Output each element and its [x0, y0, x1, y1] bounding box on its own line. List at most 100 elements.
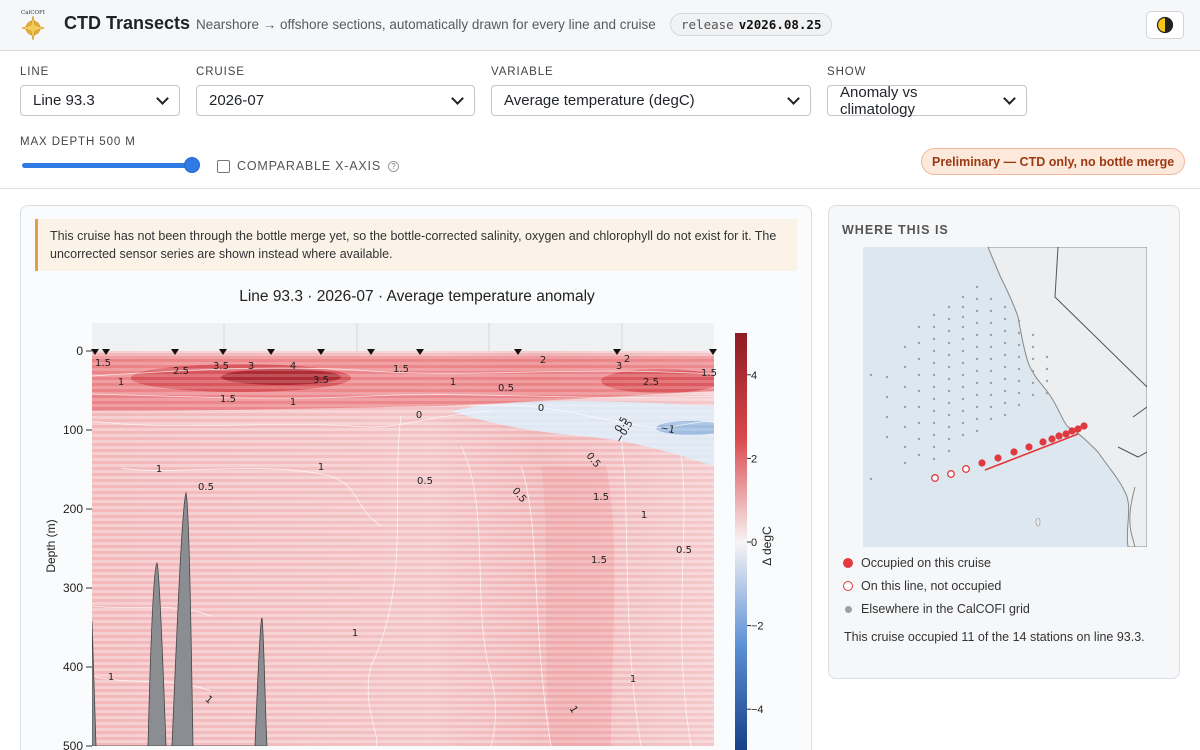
grid-station-dot [1045, 367, 1049, 371]
occupied-station[interactable] [978, 459, 986, 467]
help-icon[interactable]: ? [387, 160, 399, 172]
grid-station-dot [947, 317, 951, 321]
grid-station-dot [1017, 319, 1021, 323]
grid-station-dot [932, 445, 936, 449]
legend-occupied-label: Occupied on this cruise [861, 556, 991, 570]
occupied-station[interactable] [1025, 443, 1033, 451]
grid-station-dot [932, 373, 936, 377]
not-occupied-icon [843, 581, 853, 591]
contrast-icon [1156, 16, 1174, 34]
location-title: WHERE THIS IS [842, 223, 949, 237]
comparable-x-axis-checkbox[interactable] [217, 159, 230, 173]
contour-label: 2 [540, 355, 546, 366]
location-map[interactable] [863, 247, 1147, 547]
legend-elsewhere-label: Elsewhere in the CalCOFI grid [861, 602, 1030, 616]
grid-station-dot [989, 357, 993, 361]
grid-station-dot [1031, 333, 1035, 337]
grid-station-dot [932, 325, 936, 329]
heatmap [92, 351, 714, 746]
grid-station-dot [961, 295, 965, 299]
grid-station-dot [932, 313, 936, 317]
legend-occupied: Occupied on this cruise [843, 556, 991, 570]
occupied-station[interactable] [994, 454, 1002, 462]
grid-station-dot [961, 373, 965, 377]
occupied-station[interactable] [1068, 427, 1076, 435]
contour-label: 1 [641, 510, 647, 521]
cruise-label: CRUISE [196, 66, 245, 78]
unoccupied-station[interactable] [947, 470, 955, 478]
colorbar-tick-label: −2 [751, 621, 764, 633]
grid-station-dot [961, 349, 965, 353]
grid-station-dot [961, 325, 965, 329]
svg-text:CalCOFI: CalCOFI [21, 10, 45, 16]
contour-label: 1.5 [95, 358, 111, 369]
unoccupied-station[interactable] [962, 465, 970, 473]
grid-station-dot [1017, 367, 1021, 371]
contour-label: 0 [538, 403, 544, 414]
grid-station-dot [932, 337, 936, 341]
grid-station-dot [975, 285, 979, 289]
max-depth-label: MAX DEPTH 500 M [20, 136, 136, 148]
comparable-x-axis-toggle[interactable]: COMPARABLE X-AXIS ? [217, 159, 399, 173]
contour-label: 4 [290, 361, 296, 372]
grid-station-dot [947, 413, 951, 417]
y-tick-label: 400 [63, 660, 83, 674]
grid-station-dot [885, 395, 889, 399]
location-panel: WHERE THIS IS Occupied on this cruise On… [828, 205, 1180, 679]
unoccupied-station[interactable] [931, 474, 939, 482]
release-label: release [681, 17, 734, 32]
grid-station-dot [1017, 391, 1021, 395]
divider [0, 188, 1200, 189]
occupied-station[interactable] [1074, 425, 1082, 433]
grid-station-dot [932, 421, 936, 425]
grid-station-dot [975, 393, 979, 397]
contour-label: 3 [616, 361, 622, 372]
contour-label: 1.5 [591, 555, 607, 566]
legend-elsewhere: Elsewhere in the CalCOFI grid [843, 602, 1030, 616]
grid-station-dot [1031, 393, 1035, 397]
occupied-station[interactable] [1055, 432, 1063, 440]
chevron-down-icon [1003, 91, 1016, 105]
grid-station-dot [989, 381, 993, 385]
grid-station-dot [975, 309, 979, 313]
grid-station-dot [947, 329, 951, 333]
occupancy-summary: This cruise occupied 11 of the 14 statio… [844, 630, 1145, 644]
grid-station-dot [961, 305, 965, 309]
slider-thumb[interactable] [184, 157, 200, 173]
line-select[interactable]: Line 93.3 [20, 85, 180, 116]
chevron-down-icon [156, 91, 169, 105]
top-bar: CalCOFI CTD Transects Nearshore → offsho… [0, 0, 1200, 51]
occupied-station[interactable] [1048, 435, 1056, 443]
cruise-select[interactable]: 2026-07 [196, 85, 475, 116]
occupied-station[interactable] [1039, 438, 1047, 446]
release-version: v2026.08.25 [738, 17, 822, 32]
occupied-station[interactable] [1010, 448, 1018, 456]
occupied-station[interactable] [1080, 422, 1088, 430]
grid-station-dot [917, 357, 921, 361]
grid-station-dot [947, 353, 951, 357]
grid-station-dot [989, 333, 993, 337]
grid-station-dot [975, 417, 979, 421]
contour-label: 1 [318, 462, 324, 473]
max-depth-slider[interactable] [22, 157, 200, 173]
transect-chart[interactable]: 1.512.5 3.5 3 43.51.511.50.51232.51.5200 0.5… [21, 206, 812, 750]
grid-station-dot [885, 375, 889, 379]
variable-select[interactable]: Average temperature (degC) [491, 85, 811, 116]
grid-station-dot [961, 433, 965, 437]
grid-station-dot [917, 389, 921, 393]
grid-station-dot [869, 477, 873, 481]
theme-toggle-button[interactable] [1146, 11, 1184, 39]
transect-panel: This cruise has not been through the bot… [20, 205, 812, 750]
occupied-station[interactable] [1062, 430, 1070, 438]
contour-label: 3.5 [313, 375, 329, 386]
grid-station-dot [1003, 389, 1007, 393]
show-select[interactable]: Anomaly vs climatology [827, 84, 1027, 118]
grid-station-dot [961, 337, 965, 341]
colorbar-tick-label: 4 [751, 370, 757, 382]
contour-label: 3.5 [213, 361, 229, 372]
grid-station-dot [1017, 343, 1021, 347]
contour-label: 1.5 [593, 492, 609, 503]
grid-station-dot [1017, 379, 1021, 383]
grid-station-dot [975, 321, 979, 325]
app-title: CTD Transects [64, 13, 191, 33]
